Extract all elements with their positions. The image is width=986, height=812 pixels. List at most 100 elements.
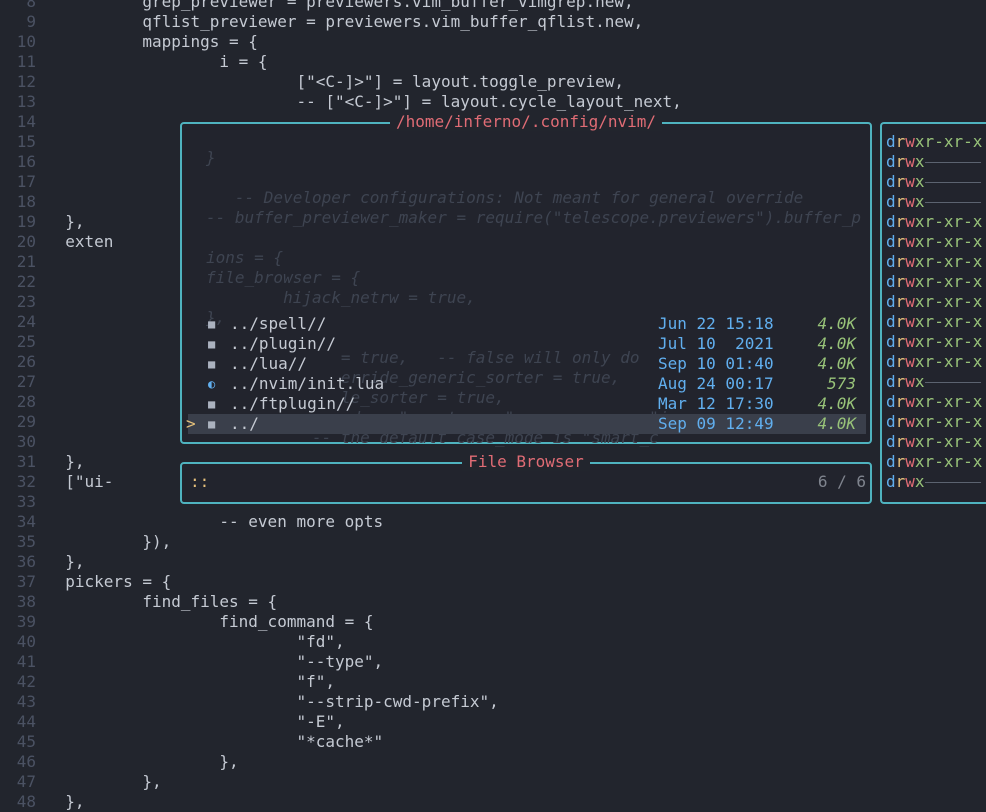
perm-read: r — [895, 452, 906, 471]
code-text: ["ui- — [46, 472, 114, 491]
code-line: 48 }, — [0, 792, 986, 812]
code-text: }, — [46, 792, 85, 811]
line-number: 37 — [16, 572, 36, 591]
ghost-code-line: ions = { — [206, 248, 284, 267]
line-number: 19 — [16, 212, 36, 231]
perm-dir: d — [886, 192, 896, 211]
line-number: 28 — [16, 392, 36, 411]
selection-caret: > — [186, 414, 196, 433]
perm-dir: d — [886, 332, 896, 351]
perm-write: w — [905, 352, 915, 371]
code-text: }, — [46, 752, 239, 771]
prompt-window[interactable]: File Browser :: 6 / 6 — [180, 452, 872, 504]
perm-dir: d — [886, 452, 896, 471]
code-line: 11 i = { — [0, 52, 986, 72]
line-number: 11 — [16, 52, 36, 71]
perm-rest: xr-xr-x — [914, 332, 983, 351]
perm-read: r — [895, 272, 906, 291]
perm-write: w — [905, 312, 915, 331]
permission-string: drwxr-xr-x — [886, 212, 982, 232]
result-item[interactable]: ■ ../lua// Sep 10 01:40 4.0K — [188, 354, 866, 374]
perm-rest: xr-xr-x — [914, 292, 983, 311]
perm-write: w — [905, 252, 915, 271]
perm-rest: xr-xr-x — [914, 132, 983, 151]
perm-rest: xr-xr-x — [914, 432, 983, 451]
code-line: 13 -- ["<C-]>"] = layout.cycle_layout_ne… — [0, 92, 986, 112]
perm-rest: xr-xr-x — [914, 452, 983, 471]
code-text: "-E", — [46, 712, 345, 731]
perm-read: r — [895, 372, 906, 391]
perm-placeholder-line — [924, 482, 981, 483]
code-line: 38 find_files = { — [0, 592, 986, 612]
perm-write: w — [905, 272, 915, 291]
code-text: i = { — [46, 52, 268, 71]
perm-read: r — [895, 292, 906, 311]
code-text: "fd", — [46, 632, 345, 651]
line-number: 45 — [16, 732, 36, 751]
code-text: -- even more opts — [46, 512, 384, 531]
code-line: 40 "fd", — [0, 632, 986, 652]
line-number: 46 — [16, 752, 36, 771]
perm-dir: d — [886, 432, 896, 451]
result-date: Sep 09 12:49 — [658, 414, 774, 433]
perm-write: w — [905, 212, 915, 231]
perm-write: w — [905, 392, 915, 411]
perm-dir: d — [886, 472, 896, 491]
result-item[interactable]: ◐ ../nvim/init.lua Aug 24 00:17 573 — [188, 374, 866, 394]
line-number: 35 — [16, 532, 36, 551]
code-text: }, — [46, 452, 85, 471]
result-item[interactable]: ■ ../ftplugin// Mar 12 17:30 4.0K — [188, 394, 866, 414]
results-window[interactable]: /home/inferno/.config/nvim/ } -- Develop… — [180, 112, 872, 447]
line-number: 25 — [16, 332, 36, 351]
code-text: find_files = { — [46, 592, 278, 611]
perm-rest: xr-xr-x — [914, 312, 983, 331]
permission-string: drwx — [886, 172, 981, 192]
permission-string: drwxr-xr-x — [886, 412, 982, 432]
permission-string: drwxr-xr-x — [886, 292, 982, 312]
perm-dir: d — [886, 212, 896, 231]
result-name: ../spell// — [230, 314, 327, 333]
perm-write: w — [905, 192, 915, 211]
perm-dir: d — [886, 132, 896, 151]
perm-write: w — [905, 132, 915, 151]
code-text: }, — [46, 552, 85, 571]
line-number: 48 — [16, 792, 36, 811]
preview-window[interactable]: drwxr-xr-x drwx drwx drwx drwxr-xr-x drwxr-xr… — [880, 122, 986, 504]
prompt-prefix[interactable]: :: — [190, 472, 209, 491]
permission-string: drwxr-xr-x — [886, 232, 982, 252]
perm-dir: d — [886, 312, 896, 331]
line-number: 16 — [16, 152, 36, 171]
line-number: 8 — [26, 0, 36, 11]
perm-read: r — [895, 472, 906, 491]
code-text: -- ["<C-]>"] = layout.cycle_layout_next, — [46, 92, 682, 111]
perm-write: w — [905, 292, 915, 311]
perm-dir: d — [886, 272, 896, 291]
result-item[interactable]: ■ ../plugin// Jul 10 2021 4.0K — [188, 334, 866, 354]
line-number: 38 — [16, 592, 36, 611]
result-item[interactable]: ■ ../spell// Jun 22 15:18 4.0K — [188, 314, 866, 334]
line-number: 20 — [16, 232, 36, 251]
code-line: 44 "-E", — [0, 712, 986, 732]
result-name: ../ — [230, 414, 259, 433]
permission-string: drwx — [886, 192, 981, 212]
code-text: "--strip-cwd-prefix", — [46, 692, 499, 711]
line-number: 29 — [16, 412, 36, 431]
folder-icon: ■ — [208, 337, 216, 351]
perm-rest: x — [914, 192, 925, 211]
perm-rest: x — [914, 152, 925, 171]
code-text: qflist_previewer = previewers.vim_buffer… — [46, 12, 644, 31]
code-line: 37 pickers = { — [0, 572, 986, 592]
permission-string: drwx — [886, 472, 981, 492]
code-text: "f", — [46, 672, 335, 691]
ghost-code-line: file_browser = { — [206, 268, 361, 287]
perm-dir: d — [886, 352, 896, 371]
folder-icon: ■ — [208, 417, 216, 431]
perm-write: w — [905, 332, 915, 351]
perm-placeholder-line — [924, 202, 981, 203]
result-item[interactable]: > ■ ../ Sep 09 12:49 4.0K — [186, 414, 866, 434]
permission-string: drwxr-xr-x — [886, 392, 982, 412]
code-line: 36 }, — [0, 552, 986, 572]
perm-dir: d — [886, 252, 896, 271]
result-name: ../nvim/init.lua — [230, 374, 385, 393]
perm-read: r — [895, 192, 906, 211]
